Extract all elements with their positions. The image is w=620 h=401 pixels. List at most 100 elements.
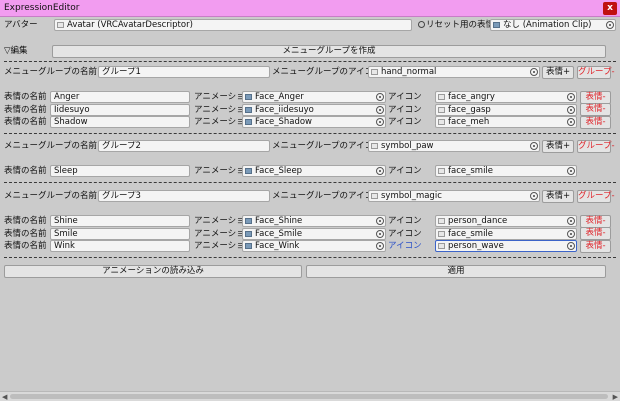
load-animations-button[interactable]: アニメーションの読み込み (4, 265, 302, 278)
animation-clip-field[interactable]: Face_Anger (242, 91, 386, 103)
expression-icon-label: アイコン (388, 228, 422, 239)
group-name-input[interactable]: グループ3 (98, 190, 270, 202)
animation-clip-field[interactable]: Face_Wink (242, 240, 386, 252)
add-expression-button[interactable]: 表情+ (542, 139, 574, 153)
group-icon-field[interactable]: hand_normal (368, 66, 540, 78)
scrollbar-thumb[interactable] (10, 394, 608, 399)
object-picker-icon[interactable] (376, 167, 384, 175)
expression-icon-field[interactable]: person_dance (435, 215, 577, 227)
remove-group-button[interactable]: グループ- (577, 139, 615, 153)
expression-icon-value: face_gasp (448, 104, 491, 115)
animation-clip-value: Face_Anger (255, 92, 304, 102)
group-icon-label: メニューグループのアイコン (272, 191, 382, 201)
section-separator (4, 61, 616, 62)
remove-expression-button[interactable]: 表情- (580, 103, 611, 116)
section-separator (4, 181, 616, 183)
section-separator (4, 256, 616, 258)
close-button[interactable]: x (603, 2, 617, 15)
object-picker-icon[interactable] (376, 229, 384, 238)
object-picker-icon[interactable] (567, 93, 575, 101)
object-picker-icon[interactable] (567, 167, 575, 175)
expression-name-label: 表情の名前 (4, 166, 47, 176)
group-name-label: メニューグループの名前 (4, 191, 97, 201)
object-picker-icon[interactable] (606, 21, 614, 29)
add-expression-button[interactable]: 表情+ (542, 65, 574, 79)
animation-clip-value: Face_Sleep (255, 166, 303, 176)
edit-foldout-toggle[interactable]: ▽編集 (4, 45, 28, 57)
group-name-input[interactable]: グループ1 (98, 66, 270, 78)
expression-icon-field[interactable]: person_wave (435, 240, 577, 252)
object-picker-icon[interactable] (376, 93, 384, 101)
animation-clip-field[interactable]: Face_Shine (242, 215, 386, 227)
group-icon-field[interactable]: symbol_paw (368, 140, 540, 152)
animation-clip-field[interactable]: Face_Shadow (242, 116, 386, 128)
expression-icon-label: アイコン (388, 241, 422, 251)
expression-icon-value: person_wave (448, 241, 504, 251)
animation-clip-icon (245, 218, 252, 224)
expression-name-label: 表情の名前 (4, 92, 47, 102)
group-name-input[interactable]: グループ2 (98, 140, 270, 152)
add-expression-button[interactable]: 表情+ (542, 189, 574, 203)
expression-name-input[interactable]: Shadow (50, 116, 190, 128)
avatar-field-value: Avatar (VRCAvatarDescriptor) (67, 20, 193, 30)
animation-clip-value: Face_Smile (255, 228, 303, 239)
animation-clip-field[interactable]: Face_iidesuyo (242, 103, 386, 116)
object-picker-icon[interactable] (376, 118, 384, 126)
remove-group-button[interactable]: グループ- (577, 65, 615, 79)
scroll-left-icon[interactable]: ◀ (2, 393, 7, 401)
animation-clip-field[interactable]: Face_Sleep (242, 165, 386, 177)
expression-name-label: 表情の名前 (4, 241, 47, 251)
expression-icon-label: アイコン (388, 216, 422, 226)
reset-radio-icon (418, 21, 425, 28)
expression-name-input[interactable]: Iidesuyo (50, 103, 190, 116)
expression-icon-label: アイコン (388, 166, 422, 176)
scroll-right-icon[interactable]: ▶ (613, 393, 618, 401)
object-picker-icon[interactable] (567, 229, 575, 238)
animation-clip-field[interactable]: Face_Smile (242, 227, 386, 240)
object-picker-icon[interactable] (567, 242, 575, 250)
expression-name-input[interactable]: Smile (50, 227, 190, 240)
expression-icon-field[interactable]: face_gasp (435, 103, 577, 116)
group-icon-value: hand_normal (381, 67, 437, 77)
horizontal-scrollbar[interactable]: ◀ ▶ (0, 391, 620, 401)
object-picker-icon[interactable] (376, 217, 384, 225)
expression-name-input[interactable]: Wink (50, 240, 190, 252)
object-picker-icon[interactable] (567, 118, 575, 126)
expression-icon-label: アイコン (388, 92, 422, 102)
expression-name-label: 表情の名前 (4, 117, 47, 127)
window-title: ExpressionEditor (4, 3, 80, 13)
texture-object-icon (438, 94, 445, 100)
object-picker-icon[interactable] (530, 142, 538, 150)
create-menu-group-button[interactable]: メニューグループを作成 (52, 45, 606, 58)
expression-icon-field[interactable]: face_meh (435, 116, 577, 128)
remove-expression-button[interactable]: 表情- (580, 214, 611, 228)
expression-icon-field[interactable]: face_smile (435, 165, 577, 177)
object-picker-icon[interactable] (530, 192, 538, 200)
object-picker-icon[interactable] (376, 242, 384, 250)
remove-group-button[interactable]: グループ- (577, 189, 615, 203)
object-picker-icon[interactable] (567, 217, 575, 225)
expression-icon-value: face_smile (448, 228, 494, 239)
animation-clip-icon (245, 94, 252, 100)
texture-object-icon (438, 106, 445, 113)
expression-icon-field[interactable]: face_angry (435, 91, 577, 103)
remove-expression-button[interactable]: 表情- (580, 227, 611, 240)
expression-icon-value: face_smile (448, 166, 494, 176)
expression-name-input[interactable]: Sleep (50, 165, 190, 177)
remove-expression-button[interactable]: 表情- (580, 239, 611, 253)
group-icon-value: symbol_magic (381, 191, 442, 201)
expression-name-input[interactable]: Anger (50, 91, 190, 103)
group-icon-field[interactable]: symbol_magic (368, 190, 540, 202)
animation-clip-icon (245, 119, 252, 125)
apply-button[interactable]: 適用 (306, 265, 606, 278)
avatar-field[interactable]: Avatar (VRCAvatarDescriptor) (54, 19, 412, 31)
remove-expression-button[interactable]: 表情- (580, 90, 611, 104)
expression-name-input[interactable]: Shine (50, 215, 190, 227)
reset-expression-field[interactable]: なし (Animation Clip) (490, 19, 616, 31)
object-picker-icon[interactable] (376, 105, 384, 114)
object-picker-icon[interactable] (530, 68, 538, 76)
texture-object-icon (371, 193, 378, 199)
remove-expression-button[interactable]: 表情- (580, 115, 611, 129)
expression-icon-field[interactable]: face_smile (435, 227, 577, 240)
object-picker-icon[interactable] (567, 105, 575, 114)
